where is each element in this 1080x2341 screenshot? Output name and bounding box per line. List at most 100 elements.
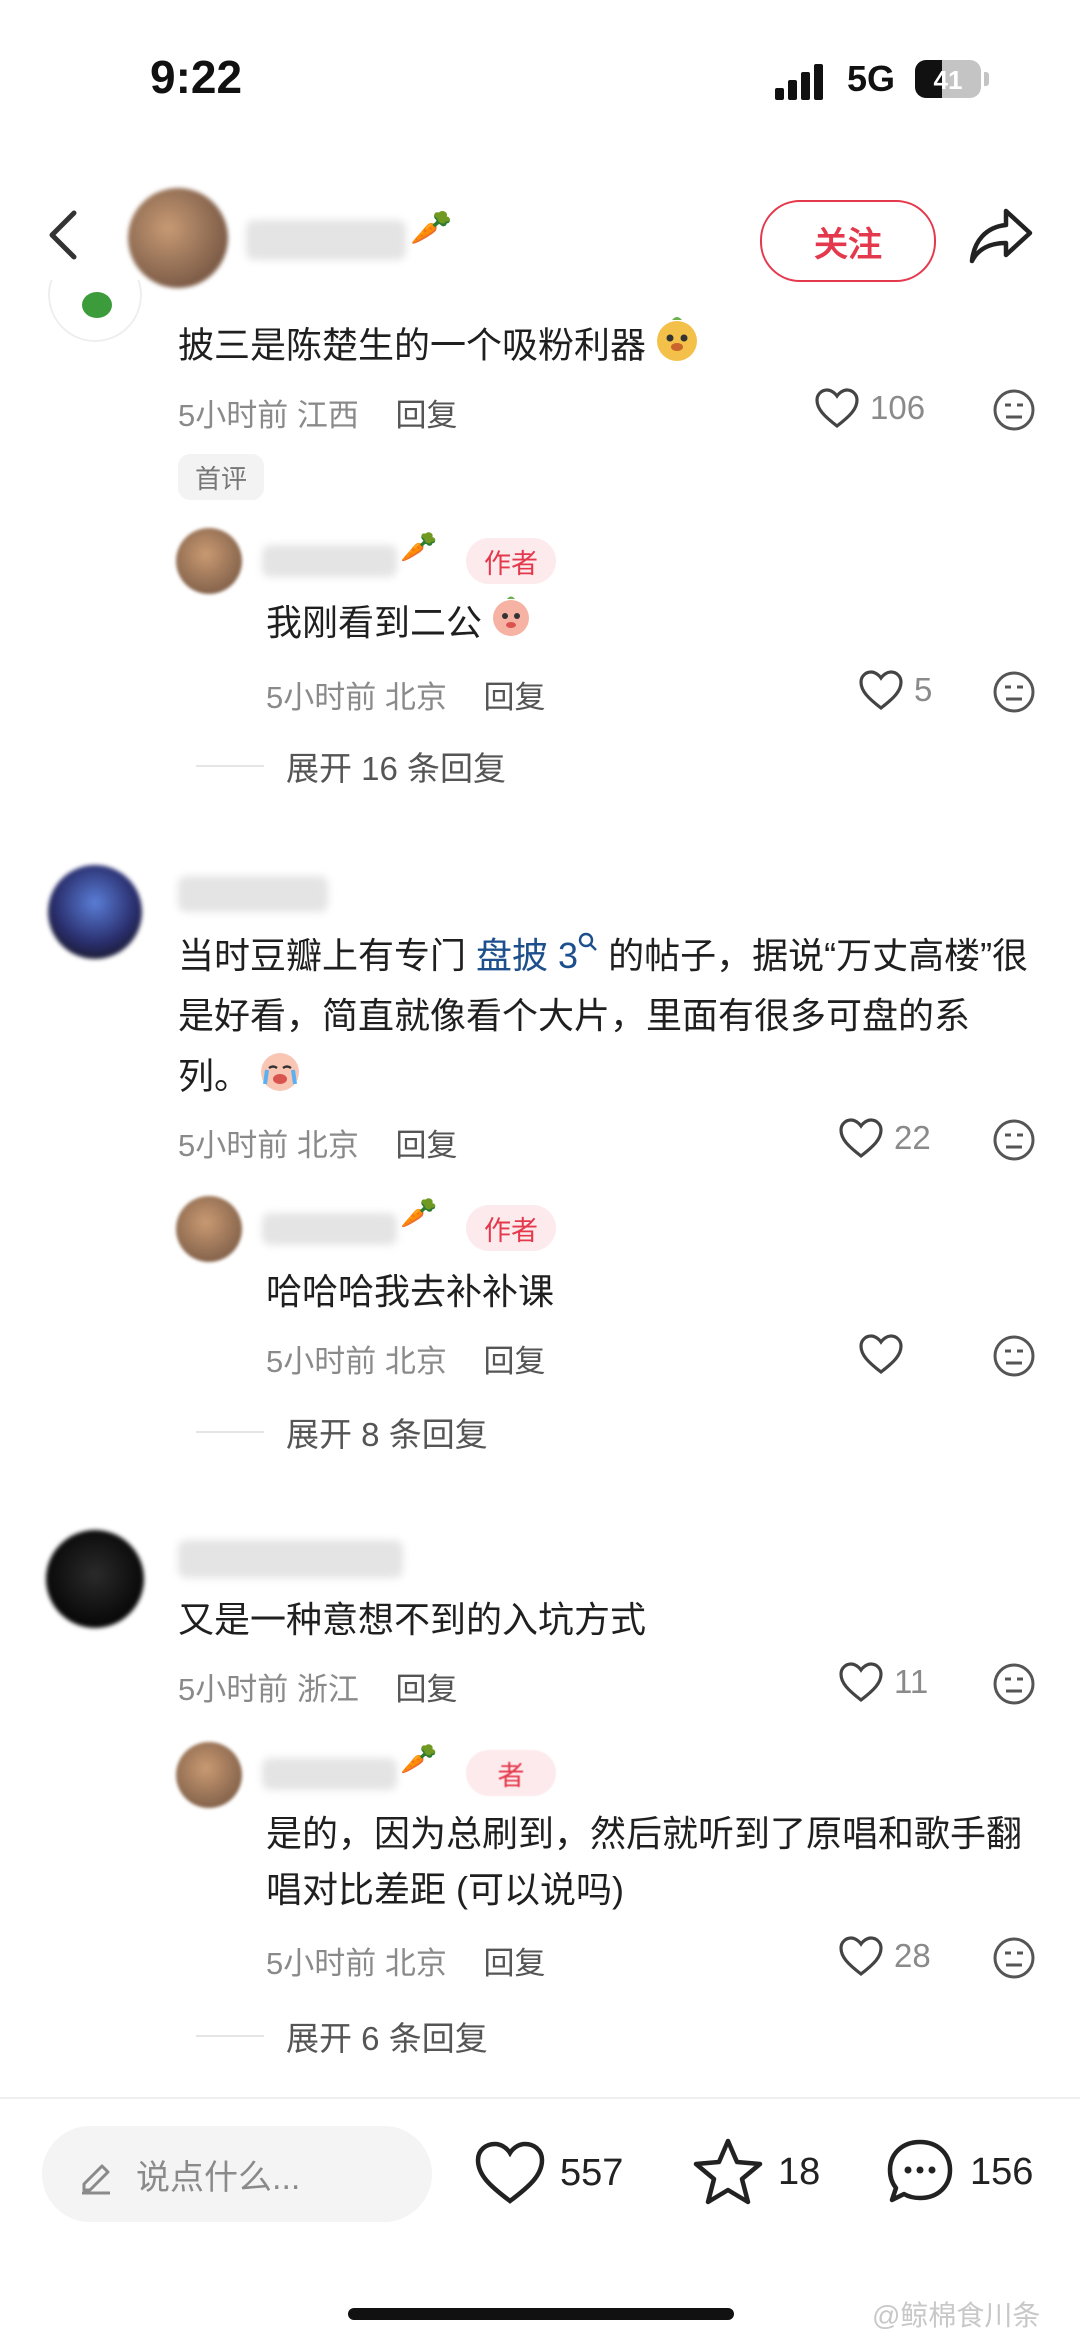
author-reply-text: 哈哈哈我去补补课 <box>266 1271 555 1312</box>
battery-icon: 41 <box>915 60 981 98</box>
like-count: 11 <box>894 1663 929 1700</box>
comments-button[interactable]: 156 <box>884 2136 1033 2208</box>
author-reply-avatar[interactable] <box>176 528 242 594</box>
comment-input[interactable]: 说点什么... <box>42 2126 432 2222</box>
dislike-icon[interactable] <box>992 1936 1036 1980</box>
expand-replies[interactable]: 展开 16 条回复 <box>196 742 506 790</box>
post-like-count: 557 <box>560 2151 624 2194</box>
signal-icon <box>775 62 835 100</box>
first-comment-badge: 首评 <box>178 454 264 500</box>
comment-location: 北京 <box>296 1128 359 1163</box>
author-tag: 作者 <box>466 1205 556 1251</box>
heart-icon <box>859 670 903 711</box>
reply-button[interactable]: 回复 <box>396 1128 458 1163</box>
author-avatar[interactable] <box>128 188 228 288</box>
reply-time: 5小时前 <box>266 680 377 715</box>
reply-button[interactable]: 回复 <box>484 1344 546 1379</box>
share-icon[interactable] <box>968 205 1034 267</box>
dislike-icon[interactable] <box>992 1334 1036 1378</box>
author-name[interactable] <box>246 220 406 260</box>
carrot-icon: 🥕 <box>400 1743 438 1776</box>
commenter-avatar[interactable] <box>48 280 142 342</box>
comment-meta: 5小时前 浙江 回复 <box>178 1664 458 1709</box>
reply-location: 北京 <box>384 1344 447 1379</box>
search-icon <box>578 932 597 951</box>
like-count: 22 <box>894 1119 931 1156</box>
reply-button[interactable]: 回复 <box>484 1946 546 1981</box>
network-type: 5G <box>847 58 896 99</box>
commenter-name[interactable] <box>178 1540 403 1578</box>
heart-icon <box>839 1118 883 1159</box>
peach-emoji <box>488 593 534 657</box>
divider-line <box>196 2035 264 2037</box>
comment-text: 当时豆瓣上有专门 盘披 3 的帖子，据说“万丈高楼”很是好看，简直就像看个大片，… <box>178 926 1038 1112</box>
carrot-icon: 🥕 <box>400 531 438 564</box>
like-button[interactable]: 106 <box>814 387 925 429</box>
comment-time: 5小时前 <box>178 398 289 433</box>
follow-button[interactable]: 关注 <box>760 200 936 282</box>
heart-icon <box>859 1334 903 1375</box>
author-reply-meta: 5小时前 北京 回复 <box>266 1938 546 1983</box>
battery-tip <box>984 72 989 86</box>
like-button[interactable]: 22 <box>838 1117 931 1159</box>
comment-placeholder: 说点什么... <box>136 2158 301 2197</box>
dislike-icon[interactable] <box>992 388 1036 432</box>
home-indicator[interactable] <box>348 2308 734 2320</box>
like-count: 28 <box>894 1937 931 1974</box>
heart-icon <box>815 388 859 429</box>
back-icon[interactable] <box>40 205 90 265</box>
reply-time: 5小时前 <box>266 1344 377 1379</box>
commenter-name[interactable] <box>178 876 328 912</box>
comment-text: 披三是陈楚生的一个吸粉利器 <box>178 314 702 382</box>
like-button[interactable] <box>858 1333 914 1375</box>
dislike-icon[interactable] <box>992 1662 1036 1706</box>
author-tag: 者 <box>466 1750 556 1796</box>
post-comment-count: 156 <box>970 2150 1034 2193</box>
author-reply-text: 我刚看到二公 <box>266 593 534 657</box>
comment-location: 江西 <box>296 398 359 433</box>
like-button[interactable]: 5 <box>858 669 932 711</box>
search-link[interactable]: 盘披 3 <box>476 932 598 976</box>
battery-level: 41 <box>933 65 963 95</box>
dislike-icon[interactable] <box>992 670 1036 714</box>
puppy-emoji <box>652 314 702 382</box>
reply-location: 北京 <box>384 1946 447 1981</box>
dislike-icon[interactable] <box>992 1118 1036 1162</box>
comment-meta: 5小时前 北京 回复 <box>178 1120 458 1165</box>
commenter-avatar[interactable] <box>46 1530 144 1628</box>
comment-icon <box>887 2139 953 2203</box>
author-reply-name[interactable] <box>262 1213 397 1245</box>
author-reply-name[interactable] <box>262 1758 397 1790</box>
author-reply-avatar[interactable] <box>176 1196 242 1262</box>
heart-icon <box>475 2141 545 2204</box>
divider-line <box>196 1431 264 1433</box>
comment-time: 5小时前 <box>178 1672 289 1707</box>
author-reply-meta: 5小时前 北京 回复 <box>266 672 546 717</box>
reply-time: 5小时前 <box>266 1946 377 1981</box>
like-count: 106 <box>870 389 926 426</box>
author-reply-name[interactable] <box>262 545 397 577</box>
commenter-avatar[interactable] <box>48 865 142 959</box>
reply-button[interactable]: 回复 <box>396 1672 458 1707</box>
like-button[interactable]: 11 <box>838 1661 928 1703</box>
like-button[interactable]: 28 <box>838 1935 931 1977</box>
heart-icon <box>839 1662 883 1703</box>
post-star-count: 18 <box>778 2150 821 2193</box>
like-post-button[interactable]: 557 <box>474 2140 623 2206</box>
author-tag: 作者 <box>466 538 556 584</box>
collect-button[interactable]: 18 <box>692 2137 820 2207</box>
expand-replies[interactable]: 展开 6 条回复 <box>196 2012 488 2060</box>
reply-button[interactable]: 回复 <box>484 680 546 715</box>
comment-meta: 5小时前 江西 回复 <box>178 390 458 435</box>
status-time: 9:22 <box>150 51 243 103</box>
pencil-icon <box>82 2164 110 2195</box>
author-reply-text: 是的，因为总刷到，然后就听到了原唱和歌手翻唱对比差距 (可以说吗) <box>266 1813 1023 1910</box>
author-reply-avatar[interactable] <box>176 1742 242 1808</box>
star-icon <box>693 2138 763 2205</box>
comment-text: 又是一种意想不到的入坑方式 <box>178 1599 647 1640</box>
expand-replies[interactable]: 展开 8 条回复 <box>196 1408 488 1456</box>
bottom-divider <box>0 2097 1080 2099</box>
carrot-icon: 🥕 <box>410 209 453 247</box>
like-count: 5 <box>914 671 933 708</box>
reply-button[interactable]: 回复 <box>396 398 458 433</box>
